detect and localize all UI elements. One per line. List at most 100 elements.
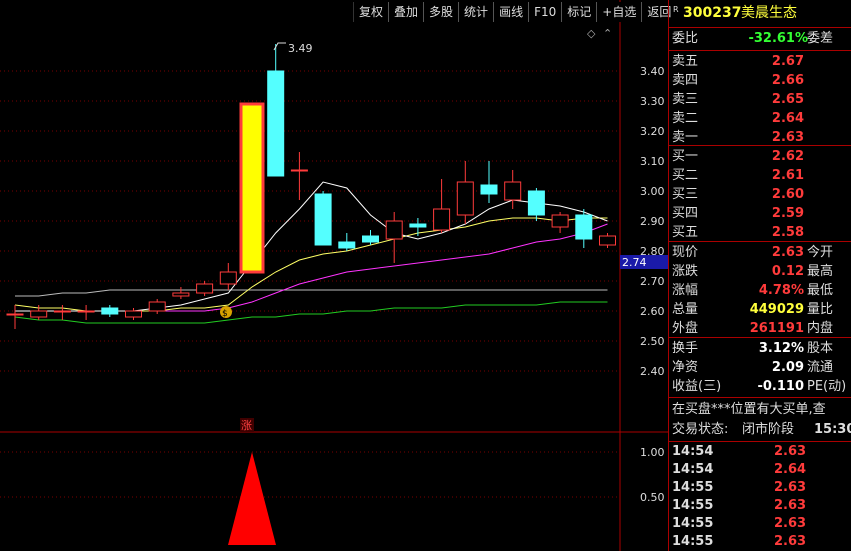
weibi-label: 委比	[672, 31, 699, 46]
stat-value: 3.12%	[758, 341, 804, 356]
add-watchlist-button[interactable]: +自选	[596, 2, 642, 22]
buy-level-label: 买三	[672, 187, 699, 202]
tick-time: 14:54	[672, 462, 714, 477]
overlay-button[interactable]: 叠加	[388, 2, 424, 22]
stat-row: 涨幅 4.78% 最低	[669, 282, 851, 300]
moving-averages	[14, 181, 608, 324]
candle	[314, 191, 332, 246]
stat-row: 收益(三) -0.110 PE(动)	[669, 378, 851, 396]
money-bag-icon: $	[220, 306, 232, 319]
weicha-label: 委差	[807, 31, 834, 46]
stat-label-right: 量比	[807, 302, 834, 317]
candle	[385, 212, 403, 263]
stock-header: R 300237 美晨生态	[669, 4, 851, 24]
ma20-line	[15, 223, 608, 312]
tick-row: 14:55 2.63	[669, 533, 851, 551]
tick-time: 14:55	[672, 516, 714, 531]
candle-body	[267, 70, 285, 177]
stat-value: 0.12	[771, 264, 804, 279]
indicator-tick-label: 0.50	[640, 491, 665, 504]
stat-row: 涨跌 0.12 最高	[669, 263, 851, 281]
candle	[290, 152, 308, 200]
sell-level-label: 卖五	[672, 54, 699, 69]
weibi-row: 委比 -32.61% 委差	[669, 30, 851, 48]
stock-name: 美晨生态	[741, 5, 797, 21]
stat-value: -0.110	[757, 379, 804, 394]
sell-level-row: 卖四 2.66	[669, 72, 851, 90]
price-tick-label: 2.70	[640, 275, 665, 288]
candle	[527, 188, 545, 221]
draw-line-button[interactable]: 画线	[493, 2, 529, 22]
candle	[480, 161, 498, 203]
tick-price: 2.63	[774, 444, 807, 459]
statistics-button[interactable]: 统计	[458, 2, 494, 22]
candle	[267, 44, 285, 177]
candle-body	[148, 301, 166, 312]
stat-label-right: 股本	[807, 341, 834, 356]
peak-annotation: 3.49	[273, 42, 313, 55]
candle-body	[77, 310, 95, 313]
price-tick-label: 3.00	[640, 185, 665, 198]
r-badge: R	[673, 5, 679, 14]
stat-row: 现价 2.63 今开	[669, 244, 851, 262]
candle-body	[53, 310, 71, 313]
ma-gray-line	[15, 289, 608, 297]
tick-price: 2.63	[774, 534, 807, 549]
sell-level-label: 卖三	[672, 92, 699, 107]
stat-value: 261191	[749, 321, 804, 336]
diamond-icon[interactable]: ◇	[587, 27, 596, 40]
price-tick-label: 2.40	[640, 365, 665, 378]
buy-level-price: 2.62	[771, 149, 804, 164]
buy-level-row: 买一 2.62	[669, 148, 851, 166]
candle	[77, 305, 95, 320]
stat-value: 2.09	[771, 360, 804, 375]
tick-price: 2.64	[774, 462, 807, 477]
candle	[196, 281, 214, 296]
candle-body	[172, 292, 190, 297]
candle-body	[551, 214, 569, 228]
kline-chart[interactable]: 3.403.303.203.103.002.902.802.702.602.50…	[0, 0, 668, 551]
candles	[6, 44, 616, 329]
buy-level-row: 买三 2.60	[669, 186, 851, 204]
indicator-panel: 1.00 0.50	[0, 446, 665, 545]
multi-stock-button[interactable]: 多股	[423, 2, 459, 22]
candle-body	[6, 313, 24, 316]
candle	[338, 233, 356, 251]
stat-label: 总量	[672, 302, 699, 317]
chart-toolbar: 复权 叠加 多股 统计 画线 F10 标记 +自选 返回	[353, 2, 677, 22]
candle	[53, 305, 71, 320]
candle	[575, 209, 593, 248]
candle-body	[599, 235, 616, 246]
svg-text:$: $	[222, 309, 228, 319]
stat-label: 外盘	[672, 321, 699, 336]
mark-button[interactable]: 标记	[561, 2, 597, 22]
buy-level-row: 买二 2.61	[669, 167, 851, 185]
candle-body	[362, 235, 379, 243]
stat-row: 净资 2.09 流通	[669, 359, 851, 377]
restore-rights-button[interactable]: 复权	[353, 2, 389, 22]
candle-body	[101, 307, 119, 315]
price-tick-label: 3.20	[640, 125, 665, 138]
status-time: 15:30:	[814, 422, 851, 437]
limit-up-marker: 涨	[241, 419, 252, 432]
stat-row: 外盘 261191 内盘	[669, 320, 851, 338]
sell-level-label: 卖二	[672, 111, 699, 126]
peak-price-label: 3.49	[288, 42, 313, 55]
tick-row: 14:55 2.63	[669, 515, 851, 533]
chevron-up-icon[interactable]: ⌃	[603, 27, 612, 40]
buy-level-label: 买一	[672, 149, 699, 164]
candle-body	[219, 271, 237, 285]
stat-label: 收益(三)	[672, 379, 722, 394]
status-label: 交易状态:	[672, 422, 729, 437]
buy-level-label: 买五	[672, 225, 699, 240]
stat-label-right: PE(动)	[807, 379, 847, 394]
f10-button[interactable]: F10	[528, 2, 562, 22]
candle	[6, 305, 24, 329]
candle	[362, 230, 379, 245]
big-order-notice: 在买盘***位置有大买单,查	[672, 402, 826, 417]
notice-row: 在买盘***位置有大买单,查	[669, 401, 851, 419]
stat-value: 449029	[749, 302, 804, 317]
buy-level-label: 买二	[672, 168, 699, 183]
tick-time: 14:55	[672, 534, 714, 549]
stat-label-right: 最低	[807, 283, 834, 298]
